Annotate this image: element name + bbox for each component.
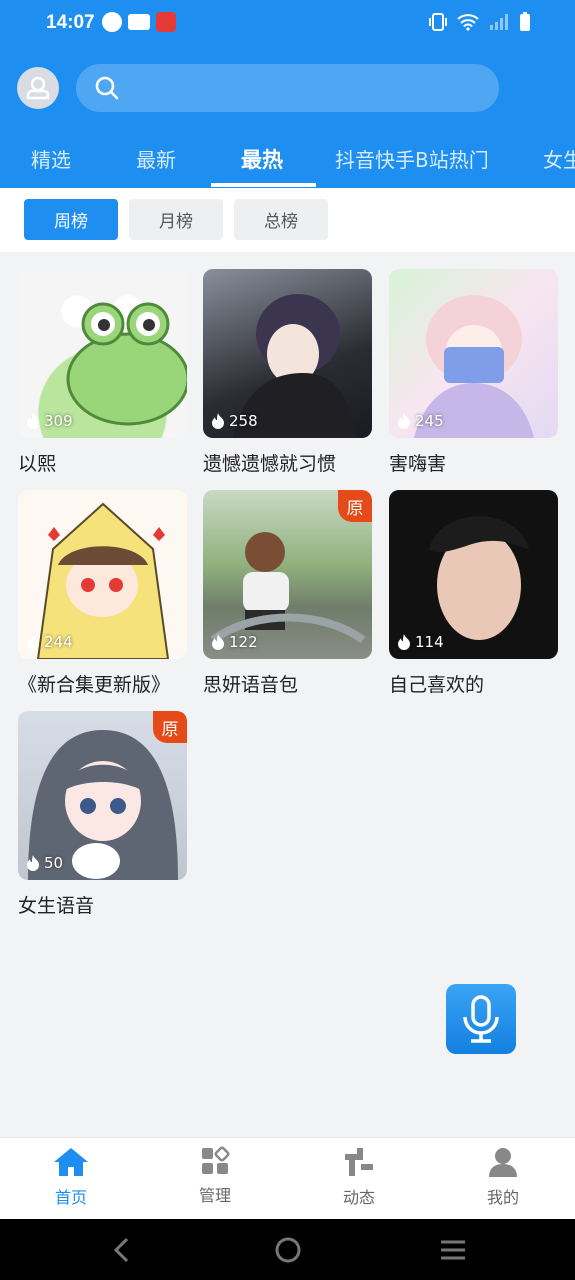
count-value: 122 [229, 633, 258, 651]
back-icon[interactable] [112, 1237, 132, 1263]
status-bar: 14:07 [0, 0, 575, 48]
nav-manage[interactable]: 管理 [170, 1146, 260, 1206]
nav-label: 动态 [342, 1188, 375, 1207]
popularity-count: 245 [397, 412, 444, 430]
card-title: 遗憾遗憾就习惯 [203, 453, 337, 475]
original-badge: 原 [153, 711, 187, 743]
menu-icon[interactable] [439, 1239, 467, 1261]
pinwheel-icon [345, 1148, 373, 1176]
record-voice-button[interactable] [446, 984, 516, 1054]
card-thumbnail: 原 122 [203, 490, 372, 659]
system-navigation-bar [0, 1219, 575, 1280]
wifi-icon [457, 14, 479, 31]
tab-featured[interactable]: 精选 [31, 144, 71, 173]
nav-home[interactable]: 首页 [26, 1146, 116, 1208]
card-thumbnail: 245 [389, 269, 558, 438]
tab-latest[interactable]: 最新 [136, 144, 176, 173]
popularity-count: 244 [26, 633, 73, 651]
card-title: 以熙 [18, 453, 57, 475]
popularity-count: 309 [26, 412, 73, 430]
card-title: 自己喜欢的 [389, 674, 485, 696]
segment-weekly[interactable]: 周榜 [24, 199, 118, 240]
card-thumbnail: 114 [389, 490, 558, 659]
card-thumbnail: 244 [18, 490, 187, 659]
card-title: 女生语音 [18, 895, 95, 917]
user-icon [489, 1148, 517, 1177]
ranking-segment: 周榜 月榜 总榜 [0, 188, 575, 252]
check-icon [102, 12, 122, 32]
count-value: 50 [44, 854, 64, 872]
home-icon [54, 1148, 88, 1176]
flame-icon [398, 413, 410, 429]
count-value: 258 [229, 412, 258, 430]
flame-icon [212, 413, 224, 429]
vibrate-icon [429, 13, 447, 31]
bottom-navigation: 首页 管理 动态 我的 [0, 1137, 575, 1219]
segment-monthly[interactable]: 月榜 [129, 199, 223, 240]
battery-icon [520, 12, 530, 31]
category-tabs: 精选 最新 最热 抖音快手B站热门 女生 [0, 132, 575, 188]
nav-label: 管理 [198, 1186, 231, 1205]
status-left-icons [102, 12, 176, 32]
nav-activity[interactable]: 动态 [314, 1146, 404, 1208]
count-value: 309 [44, 412, 73, 430]
nav-label: 首页 [54, 1188, 87, 1207]
nav-profile[interactable]: 我的 [458, 1146, 548, 1208]
card-title: 《新合集更新版》 [18, 674, 171, 696]
count-value: 244 [44, 633, 73, 651]
card-title: 害嗨害 [389, 453, 447, 475]
vivo-icon [128, 14, 150, 30]
popularity-count: 122 [211, 633, 258, 651]
card-thumbnail: 原 50 [18, 711, 187, 880]
flame-icon [27, 634, 39, 650]
user-avatar-icon [26, 76, 50, 100]
status-time: 14:07 [46, 12, 95, 33]
flame-icon [27, 413, 39, 429]
avatar[interactable] [17, 67, 59, 109]
search-input[interactable] [76, 64, 499, 112]
card-title: 思妍语音包 [203, 674, 299, 696]
card-thumbnail: 258 [203, 269, 372, 438]
grid-icon [202, 1146, 230, 1174]
status-right-icons [429, 12, 531, 32]
popularity-count: 50 [26, 854, 63, 872]
tab-indicator [211, 183, 316, 187]
original-badge: 原 [338, 490, 372, 522]
app-notification-icon [156, 12, 176, 32]
signal-icon [490, 14, 508, 30]
nav-label: 我的 [486, 1188, 519, 1207]
app-header: 14:07 精选 最新 最热 抖音快手B站热门 女生 [0, 0, 575, 188]
search-icon [95, 76, 119, 100]
flame-icon [398, 634, 410, 650]
microphone-icon [463, 995, 499, 1043]
tab-female[interactable]: 女生 [543, 144, 575, 173]
segment-total[interactable]: 总榜 [234, 199, 328, 240]
card-thumbnail: 309 [18, 269, 187, 438]
count-value: 245 [415, 412, 444, 430]
flame-icon [27, 855, 39, 871]
popularity-count: 258 [211, 412, 258, 430]
flame-icon [212, 634, 224, 650]
home-circle-icon[interactable] [274, 1236, 302, 1264]
tab-hottest[interactable]: 最热 [241, 144, 283, 174]
count-value: 114 [415, 633, 444, 651]
popularity-count: 114 [397, 633, 444, 651]
tab-trending[interactable]: 抖音快手B站热门 [335, 144, 489, 173]
